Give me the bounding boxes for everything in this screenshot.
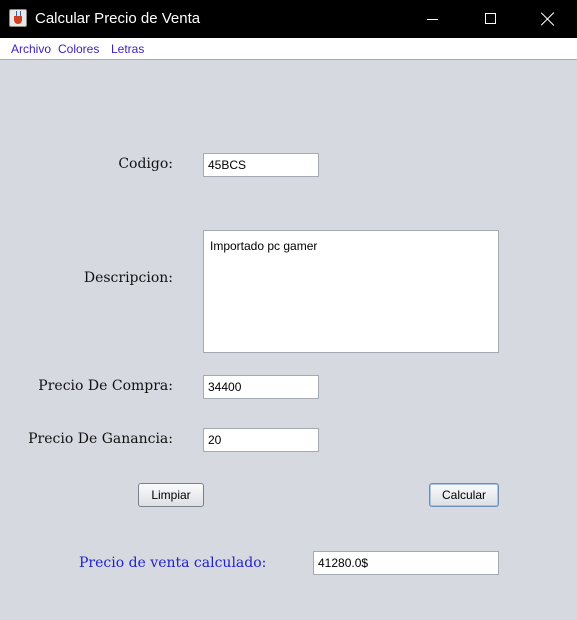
menu-bar: Archivo Colores Letras: [0, 38, 577, 60]
result-field[interactable]: 41280.0$: [313, 551, 499, 575]
calcular-button[interactable]: Calcular: [429, 483, 499, 507]
window-title: Calcular Precio de Venta: [35, 10, 201, 27]
minimize-button[interactable]: [403, 0, 461, 38]
title-bar[interactable]: Calcular Precio de Venta: [0, 0, 577, 38]
menu-colores[interactable]: Colores: [58, 42, 99, 56]
limpiar-button[interactable]: Limpiar: [138, 483, 204, 507]
close-icon: [541, 12, 555, 26]
codigo-field[interactable]: 45BCS: [203, 153, 319, 177]
precio-ganancia-field[interactable]: 20: [203, 428, 319, 452]
result-label: Precio de venta calculado:: [79, 555, 267, 571]
precio-ganancia-label: Precio De Ganancia:: [28, 431, 173, 447]
minimize-icon: [427, 19, 438, 20]
maximize-button[interactable]: [461, 0, 519, 38]
precio-compra-label: Precio De Compra:: [38, 378, 173, 394]
maximize-icon: [485, 13, 496, 24]
descripcion-textarea[interactable]: Importado pc gamer: [203, 230, 499, 353]
precio-compra-field[interactable]: 34400: [203, 375, 319, 399]
java-cup-icon: [9, 9, 27, 27]
codigo-label: Codigo:: [118, 156, 173, 172]
close-button[interactable]: [519, 0, 577, 38]
descripcion-label: Descripcion:: [83, 270, 173, 286]
menu-archivo[interactable]: Archivo: [11, 42, 51, 56]
menu-letras[interactable]: Letras: [111, 42, 144, 56]
